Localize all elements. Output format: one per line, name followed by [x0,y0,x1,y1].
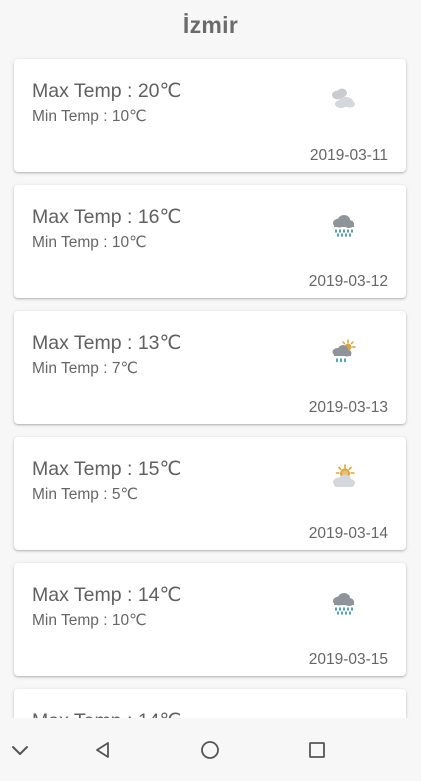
page-header: İzmir [0,0,421,50]
recents-square-icon[interactable] [302,718,332,781]
rain-cloud-icon [328,589,358,619]
max-temp-label: Max Temp : 16℃ [32,206,182,228]
forecast-date: 2019-03-13 [308,399,388,416]
min-temp-label: Min Temp : 10℃ [32,612,147,629]
min-temp-label: Min Temp : 10℃ [32,234,147,251]
partly-cloudy-icon [328,85,358,115]
min-temp-label: Min Temp : 7℃ [32,360,138,377]
back-triangle-icon[interactable] [88,718,118,781]
max-temp-label: Max Temp : 14℃ [32,709,181,718]
forecast-card[interactable]: Max Temp : 16℃ Min Temp : 10℃ 2019-03-12 [14,185,406,298]
max-temp-label: Max Temp : 15℃ [32,458,182,480]
home-circle-icon[interactable] [195,718,225,781]
forecast-card[interactable]: Max Temp : 14℃ Min Temp : 10℃ 2019-03-15 [14,563,406,676]
min-temp-label: Min Temp : 5℃ [32,486,138,503]
min-temp-label: Min Temp : 10℃ [32,108,147,125]
forecast-card[interactable]: Max Temp : 15℃ Min Temp : 5℃ 2019-03-14 [14,437,406,550]
forecast-date: 2019-03-12 [308,273,388,290]
forecast-card[interactable]: Max Temp : 13℃ Min Temp : 7℃ 2019-03-13 [14,311,406,424]
forecast-card[interactable]: Max Temp : 20℃ Min Temp : 10℃ 2019-03-11 [14,59,406,172]
app-root: Max Temp : 20℃ Min Temp : 10℃ 2019-03-11… [0,0,421,781]
forecast-list[interactable]: Max Temp : 20℃ Min Temp : 10℃ 2019-03-11… [0,0,421,718]
max-temp-label: Max Temp : 20℃ [32,80,182,102]
rain-cloud-icon [328,211,358,241]
chevron-down-icon[interactable] [6,718,34,781]
sun-rain-cloud-icon [328,337,358,367]
max-temp-label: Max Temp : 13℃ [32,332,182,354]
forecast-date: 2019-03-11 [309,147,388,164]
forecast-date: 2019-03-15 [308,651,388,668]
forecast-card[interactable]: Max Temp : 14℃ [14,689,406,718]
forecast-date: 2019-03-14 [308,525,388,542]
sun-cloud-icon [328,463,358,493]
page-title: İzmir [182,11,239,38]
max-temp-label: Max Temp : 14℃ [32,584,182,606]
system-nav-bar [0,718,421,781]
